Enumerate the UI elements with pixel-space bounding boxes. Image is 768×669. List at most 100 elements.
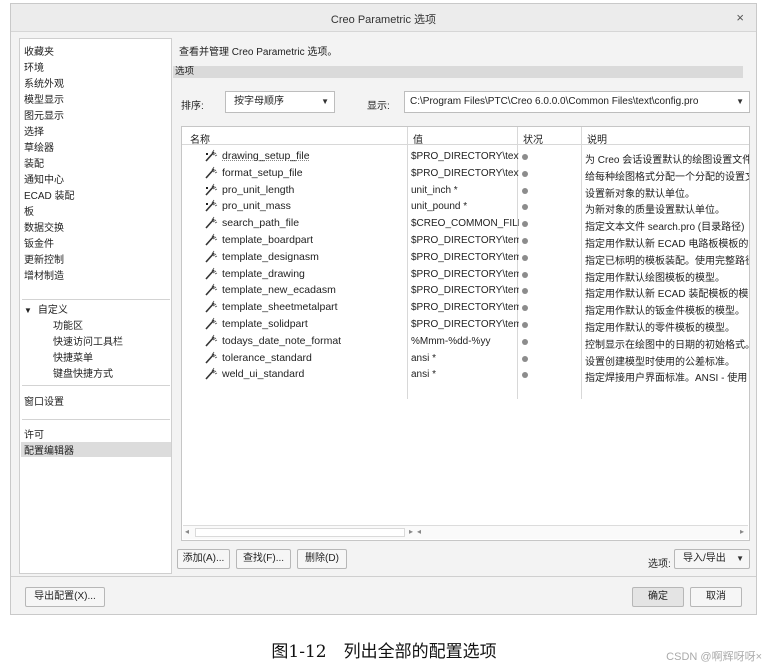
watermark: CSDN @啊辉呀呀×: [666, 651, 762, 663]
nav-item[interactable]: 通知中心: [24, 171, 64, 186]
option-value: $PRO_DIRECTORY\text: [411, 167, 519, 179]
option-name: format_setup_file: [222, 166, 303, 179]
title-bar: Creo Parametric 选项 ×: [11, 4, 756, 32]
table-row[interactable]: format_setup_file $PRO_DIRECTORY\text 给每种绘…: [182, 166, 749, 183]
wand-star-icon: [204, 199, 218, 216]
table-row[interactable]: template_boardpart $PRO_DIRECTORY\templat…: [182, 233, 749, 250]
import-export-button[interactable]: 导入/导出 ▼: [674, 549, 750, 569]
table-row[interactable]: pro_unit_length unit_inch * 设置新对象的默认单位。: [182, 183, 749, 200]
status-dot-icon: [522, 238, 530, 244]
nav-item[interactable]: 选择: [24, 123, 44, 138]
add-button[interactable]: 添加(A)...: [177, 549, 230, 569]
export-config-button[interactable]: 导出配置(X)...: [25, 587, 105, 607]
wand-icon: [204, 334, 218, 351]
option-name: template_new_ecadasm: [222, 284, 336, 297]
close-icon[interactable]: ×: [736, 10, 744, 25]
nav-item[interactable]: 收藏夹: [24, 43, 54, 58]
nav-item[interactable]: 数据交换: [24, 219, 64, 234]
options-table: 名称 值 状况 说明 drawing_setup_file $PRO_DIRECT…: [181, 126, 750, 541]
nav-item[interactable]: 增材制造: [24, 267, 64, 282]
wand-icon: [204, 283, 218, 300]
nav-item-window-settings[interactable]: 窗口设置: [24, 393, 64, 408]
table-row[interactable]: template_designasm $PRO_DIRECTORY\templat…: [182, 250, 749, 267]
status-dot-icon: [522, 288, 530, 295]
table-row[interactable]: todays_date_note_format %Mmm-%dd-%yy 控制显示在…: [182, 334, 749, 351]
status-dot-icon: [522, 372, 530, 379]
wand-icon: [204, 233, 218, 250]
option-value: %Mmm-%dd-%yy: [411, 335, 491, 347]
option-description: 指定用作默认的钣金件模板的模型。: [585, 306, 745, 318]
table-row[interactable]: template_drawing $PRO_DIRECTORY\templates…: [182, 267, 749, 284]
ok-button[interactable]: 确定: [632, 587, 684, 607]
option-name: pro_unit_mass: [222, 200, 291, 213]
nav-subitem[interactable]: 快速访问工具栏: [53, 333, 123, 348]
nav-item-config-editor[interactable]: 配置编辑器: [21, 442, 171, 457]
option-name: template_drawing: [222, 267, 305, 280]
nav-item-license[interactable]: 许可: [24, 426, 44, 441]
table-row[interactable]: template_sheetmetalpart $PRO_DIRECTORY\te…: [182, 300, 749, 318]
nav-subitem[interactable]: 快捷菜单: [53, 349, 93, 364]
category-list: 收藏夹 环境 系统外观 模型显示 图元显示 选择 草绘器 装配 通知中心 ECAD 装配板数据交换…: [19, 38, 172, 574]
option-name: template_boardpart: [222, 234, 314, 246]
status-dot-icon: [522, 338, 530, 345]
nav-item[interactable]: ECAD 装配: [24, 187, 75, 202]
nav-item[interactable]: 钣金件: [24, 235, 54, 250]
scroll-right-icon[interactable]: ▸: [409, 527, 413, 536]
table-row[interactable]: tolerance_standard ansi * 设置创建模型时使用的公差标准。: [182, 351, 749, 368]
scroll-track[interactable]: [195, 528, 405, 537]
table-row[interactable]: search_path_file $CREO_COMMON_FILES 指定文本文件…: [182, 216, 749, 233]
nav-subitem[interactable]: 键盘快捷方式: [53, 365, 113, 380]
nav-item-custom[interactable]: ▼ 自定义: [24, 301, 68, 316]
show-select[interactable]: C:\Program Files\PTC\Creo 6.0.0.0\Common…: [404, 91, 750, 113]
scroll-right-icon[interactable]: ▸: [740, 527, 744, 536]
sort-select[interactable]: 按字母顺序 ▼: [225, 91, 335, 113]
table-row[interactable]: pro_unit_mass unit_pound * 为新对象的质量设置默认单位。: [182, 199, 749, 216]
wand-icon: [204, 250, 218, 267]
status-dot-icon: [522, 204, 530, 211]
nav-item[interactable]: 草绘器: [24, 139, 54, 154]
nav-item[interactable]: 系统外观: [24, 75, 64, 90]
section-header: 选项: [173, 66, 743, 78]
window-title: Creo Parametric 选项: [330, 14, 437, 26]
nav-separator: [22, 299, 170, 300]
find-button[interactable]: 查找(F)...: [236, 549, 291, 569]
option-description: 指定用作默认的零件模板的模型。: [585, 323, 735, 334]
option-value: ansi *: [411, 352, 437, 364]
nav-item[interactable]: 环境: [24, 59, 44, 74]
table-row[interactable]: drawing_setup_file $PRO_DIRECTORY\text 为 C…: [182, 149, 749, 166]
chevron-down-icon[interactable]: ▼: [321, 92, 329, 112]
table-row[interactable]: template_solidpart $PRO_DIRECTORY\templat…: [182, 317, 749, 334]
col-value[interactable]: 值: [413, 131, 423, 146]
scroll-left-icon[interactable]: ◂: [417, 527, 421, 536]
nav-item[interactable]: 图元显示: [24, 107, 64, 122]
nav-item[interactable]: 更新控制: [24, 251, 64, 266]
col-name[interactable]: 名称: [190, 131, 210, 146]
table-row[interactable]: template_new_ecadasm $PRO_DIRECTORY\templ…: [182, 283, 749, 300]
scroll-left-icon[interactable]: ◂: [185, 527, 189, 536]
page-description: 查看并管理 Creo Parametric 选项。: [179, 47, 338, 58]
chevron-down-icon[interactable]: ▼: [733, 92, 744, 112]
option-name: todays_date_note_format: [222, 334, 342, 347]
nav-item[interactable]: 模型显示: [24, 91, 64, 106]
cancel-button[interactable]: 取消: [690, 587, 742, 607]
chevron-down-icon[interactable]: ▼: [736, 550, 744, 568]
option-value: $PRO_DIRECTORY\templates: [411, 319, 519, 330]
nav-subitem[interactable]: 功能区: [53, 317, 83, 332]
col-status[interactable]: 状况: [523, 131, 543, 146]
table-row[interactable]: weld_ui_standard ansi * 指定焊接用户界面标准。ANSI - …: [182, 367, 749, 384]
status-dot-icon: [522, 271, 530, 278]
option-name: pro_unit_length: [222, 183, 295, 196]
option-value: unit_inch *: [411, 184, 458, 196]
wand-icon: [204, 216, 218, 233]
horizontal-scrollbar[interactable]: ◂ ▸ ◂ ▸: [183, 525, 748, 539]
nav-item[interactable]: 板: [24, 203, 34, 218]
delete-button[interactable]: 删除(D): [297, 549, 347, 569]
option-name: tolerance_standard: [222, 351, 312, 364]
option-name: template_designasm: [222, 250, 319, 263]
show-value: C:\Program Files\PTC\Creo 6.0.0.0\Common…: [410, 96, 699, 107]
nav-item[interactable]: 装配: [24, 155, 44, 170]
col-description[interactable]: 说明: [587, 131, 607, 146]
show-label: 显示:: [367, 101, 390, 112]
option-name: weld_ui_standard: [222, 368, 305, 381]
option-value: $PRO_DIRECTORY\templates: [411, 251, 519, 263]
